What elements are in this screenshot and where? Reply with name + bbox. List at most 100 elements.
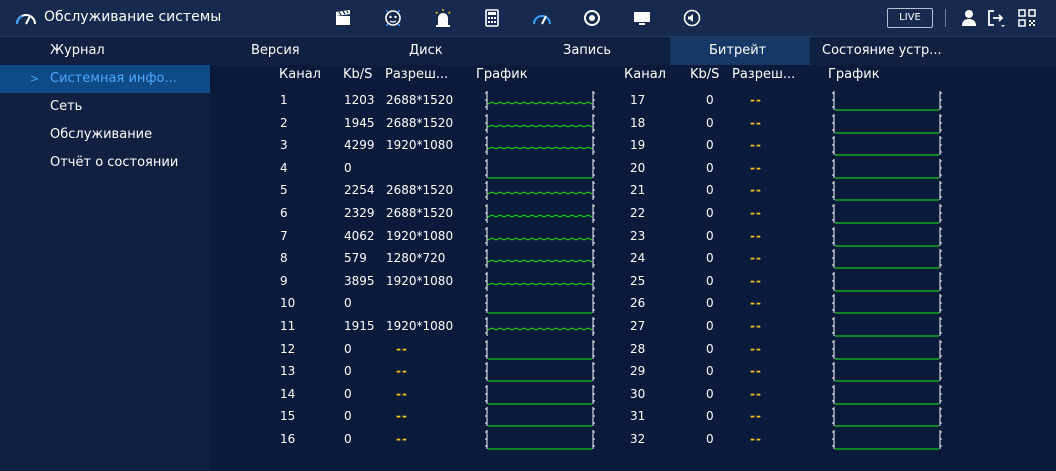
bitrate-graph — [831, 384, 943, 405]
col-graph-header: График — [476, 67, 528, 82]
table-row: 26 0 -- — [0, 293, 1056, 315]
clapperboard-icon[interactable] — [333, 8, 353, 28]
channel-number: 27 — [630, 319, 646, 333]
bitrate-value: 0 — [706, 296, 714, 311]
col-channel-header: Канал — [279, 67, 321, 82]
tab-bar: Версия Диск Запись Битрейт Состояние уст… — [210, 37, 1056, 65]
bitrate-value: 0 — [706, 386, 714, 401]
col-resolution-header: Разреш... — [732, 67, 796, 82]
tab-label: Запись — [563, 43, 612, 58]
channel-number: 25 — [630, 273, 646, 288]
face-icon[interactable] — [383, 8, 403, 28]
resolution-value: -- — [750, 341, 762, 356]
tab-record[interactable]: Запись — [515, 37, 670, 65]
resolution-value: -- — [750, 228, 762, 243]
col-kbs-header: Kb/S — [690, 67, 720, 82]
channel-number: 28 — [630, 341, 646, 356]
monitor-icon[interactable] — [632, 8, 652, 28]
channel-number: 19 — [630, 138, 646, 153]
tab-disk[interactable]: Диск — [365, 37, 515, 65]
tab-label: Состояние устр... — [822, 43, 942, 58]
col-graph-header: График — [828, 67, 880, 82]
table-row: 18 0 -- — [0, 113, 1056, 135]
sidebar-item-log[interactable]: Журнал — [0, 37, 210, 65]
resolution-value: -- — [750, 386, 762, 401]
bitrate-graph — [831, 293, 943, 314]
channel-number: 29 — [630, 364, 646, 379]
logout-icon[interactable] — [986, 8, 1006, 28]
table-row: 20 0 -- — [0, 158, 1056, 180]
col-channel-header: Канал — [624, 67, 666, 82]
channel-number: 22 — [630, 206, 646, 220]
table-row: 17 0 -- — [0, 90, 1056, 112]
channel-number: 30 — [630, 386, 646, 401]
bitrate-value: 0 — [706, 432, 714, 446]
bitrate-graph — [831, 135, 943, 156]
table-header: Канал Kb/S Разреш... График Канал Kb/S Р… — [0, 67, 1056, 89]
gauge-icon — [15, 9, 37, 27]
bitrate-graph — [831, 339, 943, 360]
bitrate-value: 0 — [706, 341, 714, 356]
table-row: 32 0 -- — [0, 429, 1056, 451]
sidebar-item-label: Журнал — [50, 43, 105, 58]
divider — [945, 9, 946, 27]
channel-number: 18 — [630, 115, 646, 130]
table-row: 29 0 -- — [0, 361, 1056, 383]
resolution-value: -- — [750, 183, 762, 198]
table-row: 31 0 -- — [0, 406, 1056, 428]
sync-icon[interactable] — [582, 8, 602, 28]
bitrate-graph — [831, 248, 943, 269]
calculator-icon[interactable] — [482, 8, 502, 28]
live-button[interactable]: LIVE — [887, 8, 933, 28]
bitrate-value: 0 — [706, 183, 714, 198]
table-row: 21 0 -- — [0, 180, 1056, 202]
bitrate-value: 0 — [706, 273, 714, 288]
bitrate-value: 0 — [706, 206, 714, 220]
resolution-value: -- — [750, 364, 762, 379]
speaker-icon[interactable] — [682, 8, 702, 28]
tab-bitrate[interactable]: Битрейт — [670, 37, 810, 65]
bitrate-graph — [831, 90, 943, 111]
table-row: 23 0 -- — [0, 226, 1056, 248]
bitrate-graph — [831, 158, 943, 179]
resolution-value: -- — [750, 409, 762, 424]
tab-version[interactable]: Версия — [210, 37, 365, 65]
channel-number: 21 — [630, 183, 646, 198]
bitrate-graph — [831, 406, 943, 427]
top-bar: Обслуживание системы LIVE — [0, 0, 1056, 37]
bitrate-value: 0 — [706, 160, 714, 175]
channel-number: 20 — [630, 160, 646, 175]
bitrate-value: 0 — [706, 409, 714, 424]
table-row: 25 0 -- — [0, 271, 1056, 293]
table-row: 24 0 -- — [0, 248, 1056, 270]
bitrate-graph — [831, 429, 943, 450]
table-row: 22 0 -- — [0, 203, 1056, 225]
resolution-value: -- — [750, 273, 762, 288]
alarm-icon[interactable] — [433, 8, 453, 28]
resolution-value: -- — [750, 138, 762, 153]
resolution-value: -- — [750, 319, 762, 333]
channel-number: 26 — [630, 296, 646, 311]
qr-icon[interactable] — [1017, 8, 1037, 28]
col-resolution-header: Разреш... — [385, 67, 449, 82]
table-row: 27 0 -- — [0, 316, 1056, 338]
resolution-value: -- — [750, 160, 762, 175]
channel-number: 24 — [630, 251, 646, 266]
bitrate-graph — [831, 180, 943, 201]
resolution-value: -- — [750, 93, 762, 107]
tab-device-status[interactable]: Состояние устр... — [810, 37, 970, 65]
user-icon[interactable] — [959, 8, 979, 28]
table-row: 28 0 -- — [0, 339, 1056, 361]
bitrate-value: 0 — [706, 228, 714, 243]
app-title: Обслуживание системы — [44, 9, 222, 25]
channel-number: 23 — [630, 228, 646, 243]
bitrate-value: 0 — [706, 93, 714, 107]
bitrate-value: 0 — [706, 364, 714, 379]
table-row: 19 0 -- — [0, 135, 1056, 157]
col-kbs-header: Kb/S — [343, 67, 373, 82]
resolution-value: -- — [750, 115, 762, 130]
performance-icon[interactable] — [532, 8, 552, 28]
bitrate-graph — [831, 113, 943, 134]
bitrate-graph — [831, 203, 943, 224]
table-row: 30 0 -- — [0, 384, 1056, 406]
